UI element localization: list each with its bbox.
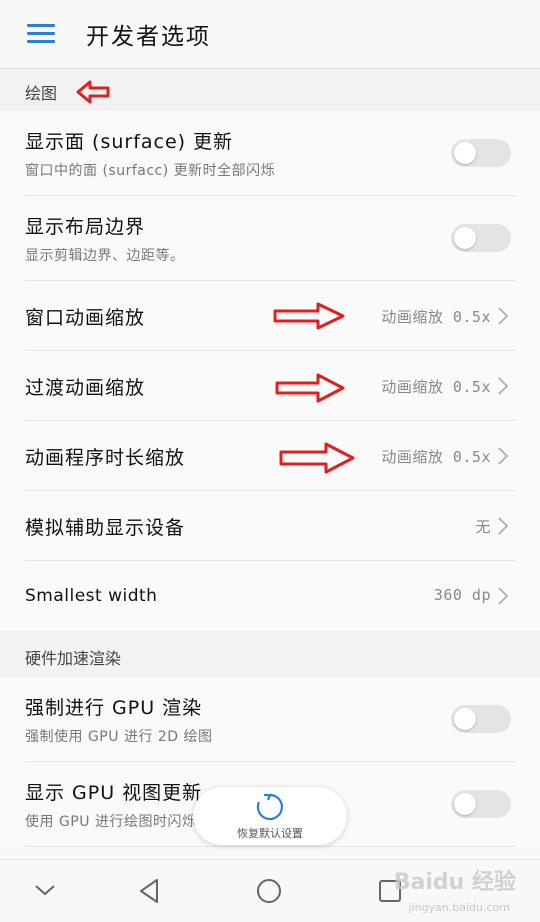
baidu-watermark-url: jingyan.baidu.com (408, 901, 510, 914)
section-label: 硬件加速渲染 (25, 649, 122, 668)
section-label: 绘图 (25, 84, 58, 103)
home-icon[interactable] (256, 878, 282, 904)
back-icon[interactable] (137, 878, 163, 904)
setting-value: 动画缩放 0.5x (381, 448, 491, 466)
layout-bounds-toggle[interactable] (451, 223, 511, 252)
setting-title: Smallest width (25, 586, 158, 606)
surface-updates-toggle[interactable] (451, 138, 511, 167)
setting-row-simulate-secondary-display[interactable]: 模拟辅助显示设备 无 (0, 491, 540, 561)
annotation-arrow-icon (273, 302, 345, 330)
chevron-right-icon (498, 307, 509, 325)
setting-subtitle: 强制使用 GPU 进行 2D 绘图 (25, 729, 213, 745)
section-header-drawing: 绘图 (0, 69, 540, 111)
chevron-right-icon (498, 447, 509, 465)
setting-row-smallest-width[interactable]: Smallest width 360 dp (0, 561, 540, 631)
setting-subtitle: 显示剪辑边界、边距等。 (25, 248, 185, 264)
setting-row-transition-animation-scale[interactable]: 过渡动画缩放 动画缩放 0.5x (0, 351, 540, 421)
setting-value: 无 (475, 518, 491, 536)
setting-title: 模拟辅助显示设备 (25, 516, 186, 539)
baidu-watermark: Baidu 经验 (393, 870, 516, 895)
setting-value: 360 dp (433, 586, 491, 604)
restore-defaults-button[interactable]: 恢复默认设置 (193, 787, 347, 845)
page-title: 开发者选项 (86, 24, 211, 50)
annotation-arrow-icon (279, 442, 355, 474)
setting-row-force-gpu[interactable]: 强制进行 GPU 渲染 强制使用 GPU 进行 2D 绘图 (0, 677, 540, 762)
drawing-settings-group: 显示面 (surface) 更新 窗口中的面 (surfacc) 更新时全部闪烁… (0, 111, 540, 631)
chevron-right-icon (498, 517, 509, 535)
annotation-arrow-icon (275, 373, 345, 403)
setting-subtitle: 窗口中的面 (surfacc) 更新时全部闪烁 (25, 163, 276, 179)
section-header-hw-rendering: 硬件加速渲染 (0, 631, 540, 677)
setting-row-layout-bounds[interactable]: 显示布局边界 显示剪辑边界、边距等。 (0, 196, 540, 281)
setting-value: 动画缩放 0.5x (381, 378, 491, 396)
annotation-arrow-icon (76, 80, 110, 104)
menu-icon[interactable] (27, 24, 55, 44)
system-navigation-bar: Baidu 经验 jingyan.baidu.com (0, 859, 540, 922)
chevron-right-icon (498, 587, 509, 605)
setting-row-window-animation-scale[interactable]: 窗口动画缩放 动画缩放 0.5x (0, 281, 540, 351)
refresh-icon (256, 793, 283, 821)
setting-row-animator-duration-scale[interactable]: 动画程序时长缩放 动画缩放 0.5x (0, 421, 540, 491)
app-bar: 开发者选项 (0, 0, 540, 69)
gpu-view-updates-toggle[interactable] (451, 789, 511, 818)
force-gpu-toggle[interactable] (451, 704, 511, 733)
setting-title: 动画程序时长缩放 (25, 446, 186, 469)
setting-title: 窗口动画缩放 (25, 306, 146, 329)
setting-value: 动画缩放 0.5x (381, 308, 491, 326)
setting-title: 过渡动画缩放 (25, 376, 146, 399)
chevron-right-icon (498, 377, 509, 395)
setting-title: 显示布局边界 (25, 216, 146, 238)
setting-row-surface-updates[interactable]: 显示面 (surface) 更新 窗口中的面 (surfacc) 更新时全部闪烁 (0, 111, 540, 196)
setting-title: 显示面 (surface) 更新 (25, 131, 234, 153)
hide-keyboard-icon[interactable] (34, 882, 56, 898)
setting-title: 强制进行 GPU 渲染 (25, 697, 203, 719)
restore-defaults-label: 恢复默认设置 (237, 827, 303, 840)
